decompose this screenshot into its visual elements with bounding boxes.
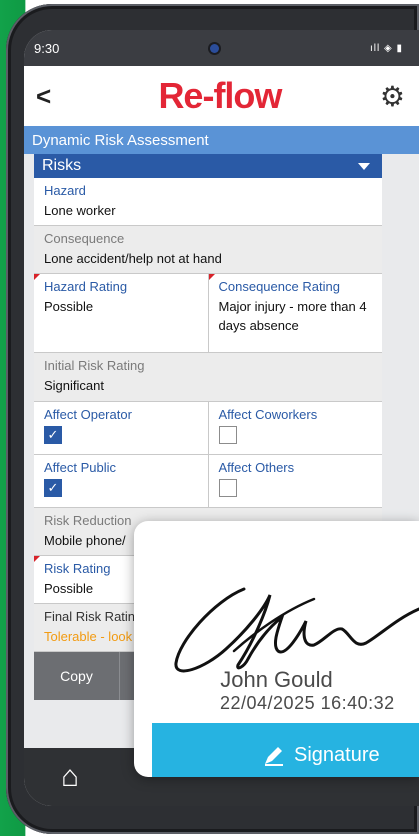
field-label: Affect Public	[44, 459, 117, 475]
field-label: Initial Risk Rating	[44, 358, 145, 374]
affect-public-checkbox[interactable]: ✓	[44, 478, 62, 497]
form-row: Affect Public ✓ Affect Others	[34, 454, 383, 508]
camera-icon	[210, 43, 220, 53]
field-value: Possible	[44, 299, 94, 315]
section-header-risks[interactable]: Risks	[34, 154, 382, 178]
field-label: Consequence	[44, 231, 125, 247]
form-row: Consequence Lone accident/help not at ha…	[34, 226, 382, 275]
page-title: Dynamic Risk Assessment	[24, 126, 419, 154]
app-bar: < Re-flow ⚙	[24, 66, 419, 126]
signature-button-label: Signature	[294, 743, 380, 766]
affect-public-field: Affect Public ✓	[34, 455, 208, 507]
field-value: Major injury - more than 4 days absence	[218, 299, 367, 333]
app-logo: Re-flow	[158, 75, 282, 116]
signer-name: John Gould	[220, 667, 333, 692]
chevron-down-icon	[358, 162, 370, 170]
handwritten-signature	[174, 587, 419, 673]
signature-card: John Gould 22/04/2025 16:40:32 Signature	[134, 521, 419, 777]
field-value: Significant	[44, 378, 104, 394]
affect-others-checkbox[interactable]	[218, 478, 237, 497]
affect-coworkers-checkbox[interactable]	[218, 425, 237, 444]
affect-operator-field: Affect Operator ✓	[34, 402, 208, 454]
field-label: Consequence Rating	[218, 279, 340, 295]
field-label: Hazard	[44, 183, 86, 198]
field-value: Lone worker	[44, 203, 116, 218]
consequence-rating-field[interactable]: Consequence Rating Major injury - more t…	[207, 274, 383, 353]
consequence-field: Consequence Lone accident/help not at ha…	[34, 226, 382, 274]
field-value: Lone accident/help not at hand	[44, 251, 222, 267]
system-icons: ıll ◈ ▮	[370, 42, 403, 54]
form-row: Hazard Lone worker	[34, 178, 382, 227]
affect-operator-checkbox[interactable]: ✓	[44, 425, 62, 444]
home-icon[interactable]: ⌂	[52, 759, 88, 795]
form-row: Hazard Rating Possible Consequence Ratin…	[34, 274, 383, 354]
form-row: Initial Risk Rating Significant	[34, 353, 382, 402]
back-icon[interactable]: <	[36, 81, 60, 112]
signature-button[interactable]: Signature	[152, 723, 419, 777]
affect-others-field: Affect Others	[207, 454, 383, 507]
field-label: Affect Others	[218, 459, 295, 475]
initial-risk-field: Initial Risk Rating Significant	[34, 353, 382, 401]
copy-button[interactable]: Copy	[34, 652, 120, 701]
affect-coworkers-field: Affect Coworkers	[207, 401, 383, 454]
gear-icon[interactable]: ⚙	[380, 80, 405, 113]
form-row: Affect Operator ✓ Affect Coworkers	[34, 401, 383, 455]
hazard-field[interactable]: Hazard Lone worker	[34, 178, 382, 225]
pen-icon	[265, 747, 283, 766]
hazard-rating-field[interactable]: Hazard Rating Possible	[34, 274, 208, 352]
field-label: Hazard Rating	[44, 279, 128, 295]
status-time: 9:30	[34, 40, 60, 56]
signature-datetime: 22/04/2025 16:40:32	[220, 693, 395, 713]
section-title: Risks	[42, 157, 82, 174]
field-label: Affect Coworkers	[218, 406, 318, 422]
status-bar: 9:30 ıll ◈ ▮	[24, 30, 419, 66]
field-label: Affect Operator	[44, 406, 132, 422]
